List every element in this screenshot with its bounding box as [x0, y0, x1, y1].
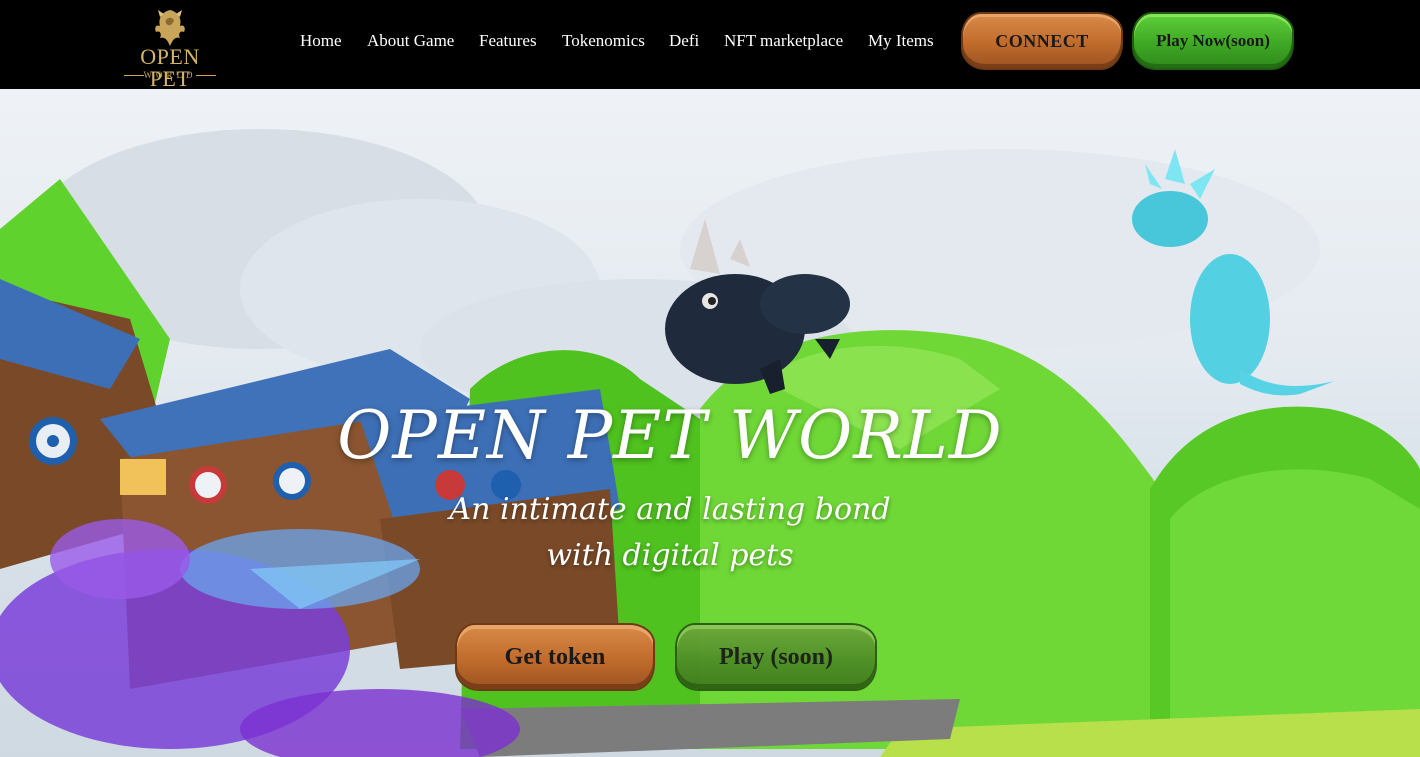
logo-divider: [196, 75, 216, 76]
brand-logo[interactable]: OPEN PET WORLD: [118, 8, 222, 90]
play-soon-button[interactable]: Play (soon): [677, 625, 875, 689]
hero-subtitle-line1: An intimate and lasting bond: [449, 492, 891, 527]
hero-section: OPEN PET WORLD An intimate and lasting b…: [0, 89, 1420, 757]
hero-subtitle-line2: with digital pets: [546, 538, 794, 573]
top-nav-bar: OPEN PET WORLD Home About Game Features …: [0, 0, 1420, 90]
nav-tokenomics[interactable]: Tokenomics: [562, 29, 645, 53]
get-token-button[interactable]: Get token: [457, 625, 653, 689]
nav-nft-marketplace[interactable]: NFT marketplace: [724, 29, 843, 53]
nav-features[interactable]: Features: [479, 29, 537, 53]
hero-title: OPEN PET WORLD: [337, 397, 1003, 474]
nav-defi[interactable]: Defi: [669, 29, 699, 53]
nav-my-items[interactable]: My Items: [868, 29, 934, 53]
hero-subtitle: An intimate and lasting bond with digita…: [370, 487, 970, 579]
nav-about-game[interactable]: About Game: [367, 29, 454, 53]
logo-text: OPEN PET: [140, 44, 200, 91]
dragon-emblem-icon: [155, 10, 185, 46]
play-now-button[interactable]: Play Now(soon): [1134, 14, 1292, 68]
nav-home[interactable]: Home: [300, 29, 342, 53]
connect-button[interactable]: CONNECT: [963, 14, 1121, 68]
